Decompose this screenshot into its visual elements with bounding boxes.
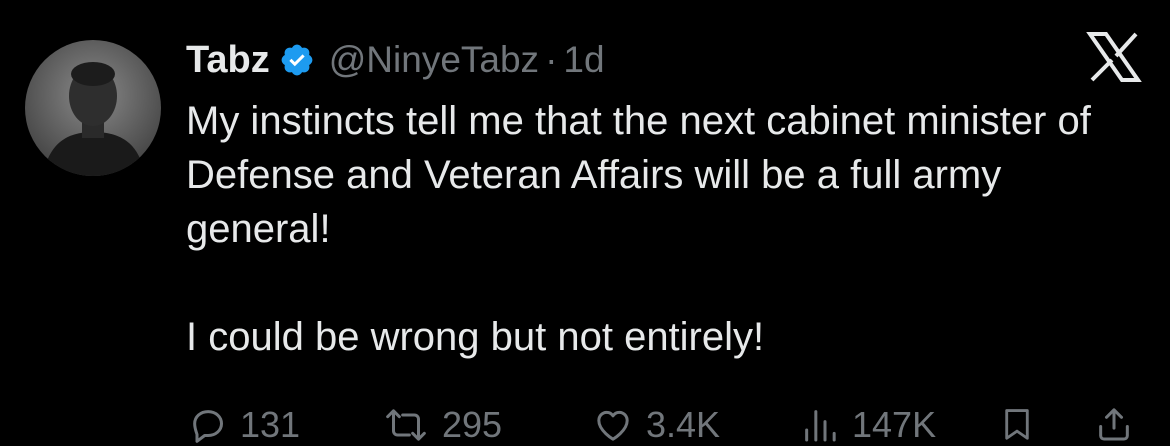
share-icon	[1094, 404, 1134, 444]
repost-button[interactable]: 295	[382, 404, 502, 446]
reply-count: 131	[240, 404, 301, 445]
tweet-paragraph: I could be wrong but not entirely!	[186, 315, 765, 359]
action-bar: 131 295 3.4K 147K	[0, 396, 1170, 446]
like-button[interactable]: 3.4K	[592, 404, 720, 446]
repost-count: 295	[442, 404, 503, 445]
repost-arrows-icon	[382, 405, 430, 445]
timestamp[interactable]: 1d	[563, 39, 604, 81]
tweet-text: My instincts tell me that the next cabin…	[186, 94, 1146, 364]
avatar[interactable]	[25, 40, 161, 176]
tweet[interactable]: Tabz @NinyeTabz · 1d My instincts tell m…	[0, 0, 1170, 446]
like-count: 3.4K	[646, 404, 721, 445]
reply-bubble-icon	[188, 405, 228, 445]
tweet-header: Tabz @NinyeTabz · 1d	[186, 34, 605, 86]
x-logo-icon	[1086, 32, 1142, 82]
display-name[interactable]: Tabz	[186, 39, 270, 82]
reply-button[interactable]: 131	[188, 404, 300, 446]
bookmark-icon	[998, 404, 1036, 444]
views-count: 147K	[852, 404, 937, 445]
views-button[interactable]: 147K	[800, 404, 936, 446]
separator-dot: ·	[545, 39, 558, 80]
verified-badge-icon	[279, 42, 315, 78]
tweet-paragraph: My instincts tell me that the next cabin…	[186, 99, 1091, 251]
bookmark-button[interactable]	[998, 404, 1036, 444]
heart-icon	[592, 405, 634, 445]
user-handle[interactable]: @NinyeTabz	[329, 39, 539, 81]
bar-chart-icon	[800, 405, 840, 445]
share-button[interactable]	[1094, 404, 1134, 444]
